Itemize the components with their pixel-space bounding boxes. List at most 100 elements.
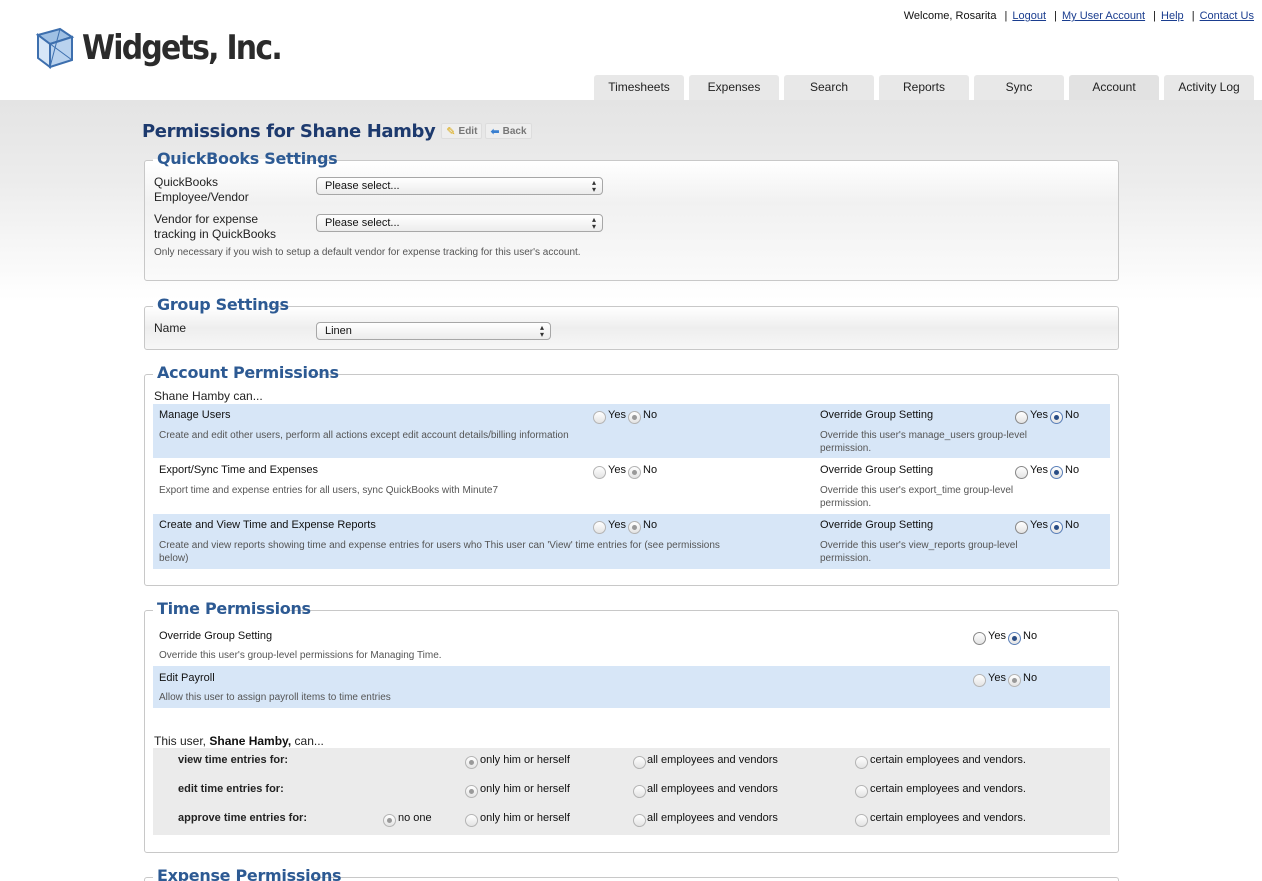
main-tabs: Timesheets Expenses Search Reports Sync … bbox=[594, 75, 1259, 100]
tab-expenses[interactable]: Expenses bbox=[689, 75, 779, 100]
approve-certain-radio[interactable] bbox=[855, 814, 868, 827]
export-sync-override-no-radio[interactable] bbox=[1050, 466, 1063, 479]
no-label: No bbox=[1065, 519, 1080, 531]
no-label: No bbox=[1065, 464, 1080, 476]
approve-self-radio[interactable] bbox=[465, 814, 478, 827]
reports-override-yes-radio[interactable] bbox=[1015, 521, 1028, 534]
tab-sync[interactable]: Sync bbox=[974, 75, 1064, 100]
override-title: Override Group Setting bbox=[820, 464, 934, 476]
permission-row-reports: Create and View Time and Expense Reports… bbox=[153, 514, 1110, 569]
reports-no-radio[interactable] bbox=[628, 521, 641, 534]
time-permissions-legend: Time Permissions bbox=[157, 599, 311, 618]
view-entries-label: view time entries for: bbox=[178, 754, 289, 766]
manage-users-no-radio[interactable] bbox=[628, 411, 641, 424]
option-certain-label: certain employees and vendors. bbox=[870, 754, 1026, 766]
option-certain-label: certain employees and vendors. bbox=[870, 812, 1026, 824]
manage-users-yes-radio[interactable] bbox=[593, 411, 606, 424]
yes-label: Yes bbox=[608, 519, 626, 531]
time-override-yes-radio[interactable] bbox=[973, 632, 986, 645]
permission-desc: Create and view reports showing time and… bbox=[159, 540, 720, 564]
view-all-radio[interactable] bbox=[633, 756, 646, 769]
option-self-label: only him or herself bbox=[480, 754, 570, 766]
permission-row-manage-users: Manage Users Create and edit other users… bbox=[153, 404, 1110, 458]
brand-name: Widgets, Inc. bbox=[82, 28, 283, 68]
edit-payroll-row: Edit Payroll Allow this user to assign p… bbox=[153, 666, 1110, 708]
export-sync-yes-radio[interactable] bbox=[593, 466, 606, 479]
header: Widgets, Inc. Welcome, Rosarita | Logout … bbox=[0, 0, 1262, 100]
edit-self-radio[interactable] bbox=[465, 785, 478, 798]
edit-button[interactable]: ✎ Edit bbox=[441, 123, 483, 139]
edit-certain-radio[interactable] bbox=[855, 785, 868, 798]
edit-entries-label: edit time entries for: bbox=[178, 783, 284, 795]
no-label: No bbox=[1023, 630, 1038, 642]
export-sync-override-yes-radio[interactable] bbox=[1015, 466, 1028, 479]
no-label: No bbox=[1023, 672, 1038, 684]
account-permissions-section: Account Permissions Shane Hamby can... M… bbox=[144, 363, 1119, 586]
no-label: No bbox=[643, 464, 658, 476]
view-self-radio[interactable] bbox=[465, 756, 478, 769]
permission-desc: Create and edit other users, perform all… bbox=[159, 430, 569, 441]
logout-link[interactable]: Logout bbox=[1012, 10, 1046, 22]
manage-users-override-no-radio[interactable] bbox=[1050, 411, 1063, 424]
override-title: Override Group Setting bbox=[820, 519, 934, 531]
back-arrow-icon: ⬅ bbox=[490, 125, 500, 138]
option-all-label: all employees and vendors bbox=[647, 783, 778, 795]
reports-yes-radio[interactable] bbox=[593, 521, 606, 534]
quickbooks-employee-value: Please select... bbox=[325, 180, 400, 192]
tab-search[interactable]: Search bbox=[784, 75, 874, 100]
expense-permissions-section: Expense Permissions bbox=[144, 866, 1119, 881]
group-name-value: Linen bbox=[325, 325, 352, 337]
brand-logo[interactable]: Widgets, Inc. bbox=[32, 25, 308, 71]
no-label: No bbox=[1065, 409, 1080, 421]
option-all-label: all employees and vendors bbox=[647, 812, 778, 824]
quickbooks-employee-select[interactable]: Please select... ▴ ▾ bbox=[316, 177, 603, 195]
tab-account[interactable]: Account bbox=[1069, 75, 1159, 100]
back-button[interactable]: ⬅ Back bbox=[485, 123, 532, 139]
option-all-label: all employees and vendors bbox=[647, 754, 778, 766]
main-content: Permissions for Shane Hamby ✎ Edit ⬅ Bac… bbox=[142, 118, 1120, 881]
select-arrows-icon: ▴ ▾ bbox=[539, 323, 544, 339]
permission-title: Manage Users bbox=[159, 409, 231, 421]
yes-label: Yes bbox=[988, 672, 1006, 684]
no-label: No bbox=[643, 519, 658, 531]
override-desc: Override this user's export_time group-l… bbox=[820, 485, 1014, 509]
time-override-desc: Override this user's group-level permiss… bbox=[159, 650, 442, 661]
permission-desc: Export time and expense entries for all … bbox=[159, 485, 499, 496]
back-label: Back bbox=[502, 125, 527, 137]
group-name-select[interactable]: Linen ▴ ▾ bbox=[316, 322, 551, 340]
approve-all-radio[interactable] bbox=[633, 814, 646, 827]
vendor-select[interactable]: Please select... ▴ ▾ bbox=[316, 214, 603, 232]
time-override-no-radio[interactable] bbox=[1008, 632, 1021, 645]
quickbooks-settings-legend: QuickBooks Settings bbox=[157, 149, 338, 168]
edit-all-radio[interactable] bbox=[633, 785, 646, 798]
edit-label: Edit bbox=[458, 125, 478, 137]
contact-us-link[interactable]: Contact Us bbox=[1200, 10, 1254, 22]
quickbooks-settings-section: QuickBooks Settings QuickBooks Employee/… bbox=[144, 149, 1119, 281]
select-arrows-icon: ▴ ▾ bbox=[591, 178, 596, 194]
time-override-title: Override Group Setting bbox=[159, 630, 273, 642]
edit-payroll-desc: Allow this user to assign payroll items … bbox=[159, 692, 391, 703]
option-none-label: no one bbox=[398, 812, 432, 824]
view-certain-radio[interactable] bbox=[855, 756, 868, 769]
reports-override-no-radio[interactable] bbox=[1050, 521, 1063, 534]
approve-none-radio[interactable] bbox=[383, 814, 396, 827]
select-arrows-icon: ▴ ▾ bbox=[591, 215, 596, 231]
export-sync-no-radio[interactable] bbox=[628, 466, 641, 479]
tab-reports[interactable]: Reports bbox=[879, 75, 969, 100]
help-link[interactable]: Help bbox=[1161, 10, 1184, 22]
account-permissions-legend: Account Permissions bbox=[157, 363, 339, 382]
vendor-label: Vendor for expense tracking in QuickBook… bbox=[154, 212, 277, 241]
my-user-account-link[interactable]: My User Account bbox=[1062, 10, 1145, 22]
entry-scope-block: view time entries for: only him or herse… bbox=[153, 748, 1110, 835]
group-settings-section: Group Settings Name Linen ▴ ▾ bbox=[144, 295, 1119, 350]
tab-timesheets[interactable]: Timesheets bbox=[594, 75, 684, 100]
edit-payroll-yes-radio[interactable] bbox=[973, 674, 986, 687]
permission-row-export-sync: Export/Sync Time and Expenses Export tim… bbox=[153, 459, 1110, 513]
tab-activity-log[interactable]: Activity Log bbox=[1164, 75, 1254, 100]
manage-users-override-yes-radio[interactable] bbox=[1015, 411, 1028, 424]
no-label: No bbox=[643, 409, 658, 421]
option-self-label: only him or herself bbox=[480, 783, 570, 795]
yes-label: Yes bbox=[988, 630, 1006, 642]
permission-title: Export/Sync Time and Expenses bbox=[159, 464, 318, 476]
edit-payroll-no-radio[interactable] bbox=[1008, 674, 1021, 687]
